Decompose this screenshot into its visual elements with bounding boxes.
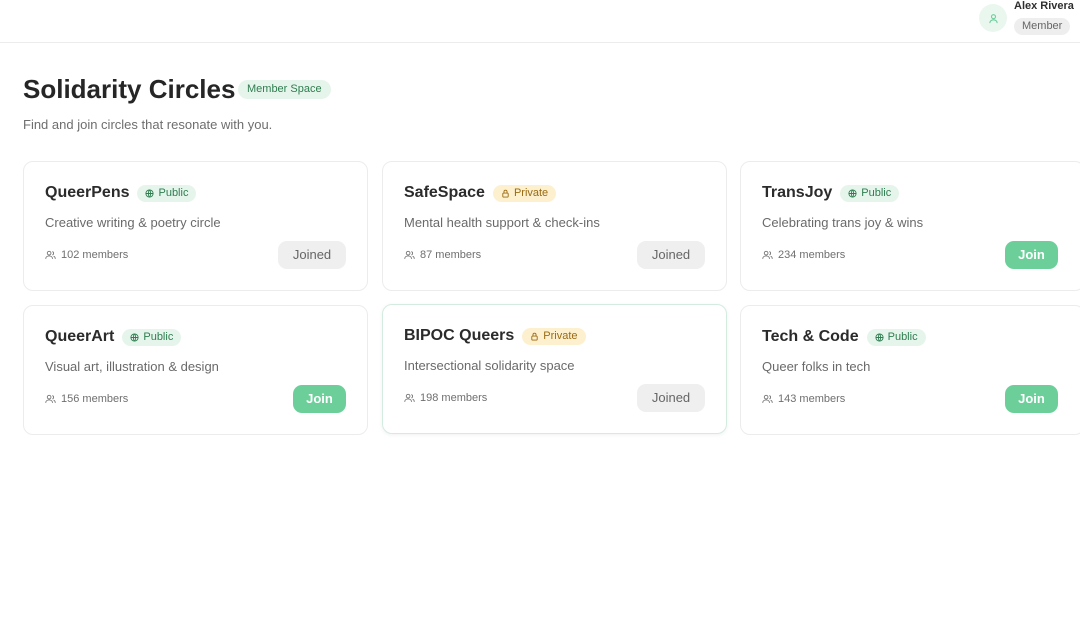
users-icon — [762, 250, 773, 260]
joined-button[interactable]: Joined — [278, 241, 346, 269]
visibility-label: Public — [143, 330, 174, 343]
circle-name: BIPOC Queers — [404, 327, 515, 344]
user-role-badge: Member — [1014, 18, 1071, 35]
globe-icon — [848, 188, 857, 198]
globe-icon — [130, 332, 139, 342]
circle-name: SafeSpace — [404, 184, 485, 201]
member-count-label: 156 members — [61, 393, 129, 405]
circle-description: Intersectional solidarity space — [404, 358, 575, 373]
user-avatar[interactable] — [979, 4, 1007, 32]
visibility-badge: Private — [492, 184, 557, 202]
member-count-label: 198 members — [420, 392, 488, 404]
visibility-label: Public — [861, 186, 892, 199]
lock-icon — [501, 189, 510, 198]
users-icon — [404, 250, 415, 260]
join-button[interactable]: Join — [1005, 241, 1058, 269]
user-name: Alex Rivera — [1014, 0, 1074, 12]
visibility-label: Private — [543, 329, 578, 342]
circle-card-bipoc-queers: BIPOC Queers Private Intersectional soli… — [382, 304, 727, 434]
visibility-label: Public — [887, 330, 918, 343]
page-title: Solidarity Circles — [23, 74, 236, 104]
visibility-badge: Public — [866, 328, 926, 346]
visibility-label: Private — [513, 186, 549, 199]
member-count-label: 143 members — [778, 393, 846, 405]
join-button[interactable]: Join — [1005, 385, 1058, 413]
member-count-label: 102 members — [61, 249, 129, 261]
users-icon — [762, 394, 773, 404]
user-icon — [988, 13, 999, 24]
visibility-badge: Private — [522, 327, 586, 345]
top-bar: Alex Rivera Member — [0, 0, 1080, 43]
circle-name: TransJoy — [762, 184, 833, 201]
users-icon — [45, 250, 56, 260]
circle-card-transjoy: TransJoy Public Celebrating trans joy & … — [740, 161, 1080, 291]
joined-button[interactable]: Joined — [637, 241, 705, 269]
member-space-badge: Member Space — [238, 80, 331, 99]
member-count: 156 members — [45, 393, 128, 405]
join-button[interactable]: Join — [293, 385, 346, 413]
circle-description: Creative writing & poetry circle — [45, 215, 221, 230]
member-count: 234 members — [762, 249, 845, 261]
visibility-label: Public — [158, 186, 189, 199]
member-count: 143 members — [762, 393, 845, 405]
globe-icon — [875, 332, 884, 342]
visibility-badge: Public — [122, 328, 182, 346]
visibility-badge: Public — [840, 184, 900, 202]
circle-name: Tech & Code — [762, 328, 859, 345]
circle-description: Queer folks in tech — [762, 359, 871, 374]
member-count: 87 members — [404, 249, 481, 261]
member-count-label: 87 members — [420, 249, 482, 261]
member-count: 198 members — [404, 392, 487, 404]
lock-icon — [530, 332, 539, 341]
circle-name: QueerArt — [45, 328, 115, 345]
users-icon — [404, 393, 415, 403]
circle-card-tech-and-code: Tech & Code Public Queer folks in tech 1… — [740, 305, 1080, 435]
circle-card-safespace: SafeSpace Private Mental health support … — [382, 161, 727, 291]
joined-button[interactable]: Joined — [637, 384, 705, 412]
users-icon — [45, 394, 56, 404]
circle-description: Mental health support & check-ins — [404, 215, 600, 230]
circle-name: QueerPens — [45, 184, 130, 201]
circle-card-queerart: QueerArt Public Visual art, illustration… — [23, 305, 368, 435]
member-count: 102 members — [45, 249, 128, 261]
visibility-badge: Public — [137, 184, 197, 202]
globe-icon — [145, 188, 155, 198]
circle-description: Celebrating trans joy & wins — [762, 215, 924, 230]
circle-description: Visual art, illustration & design — [45, 359, 219, 374]
member-count-label: 234 members — [778, 249, 846, 261]
page-subtitle: Find and join circles that resonate with… — [23, 117, 273, 132]
circle-card-queerpens: QueerPens Public Creative writing & poet… — [23, 161, 368, 291]
